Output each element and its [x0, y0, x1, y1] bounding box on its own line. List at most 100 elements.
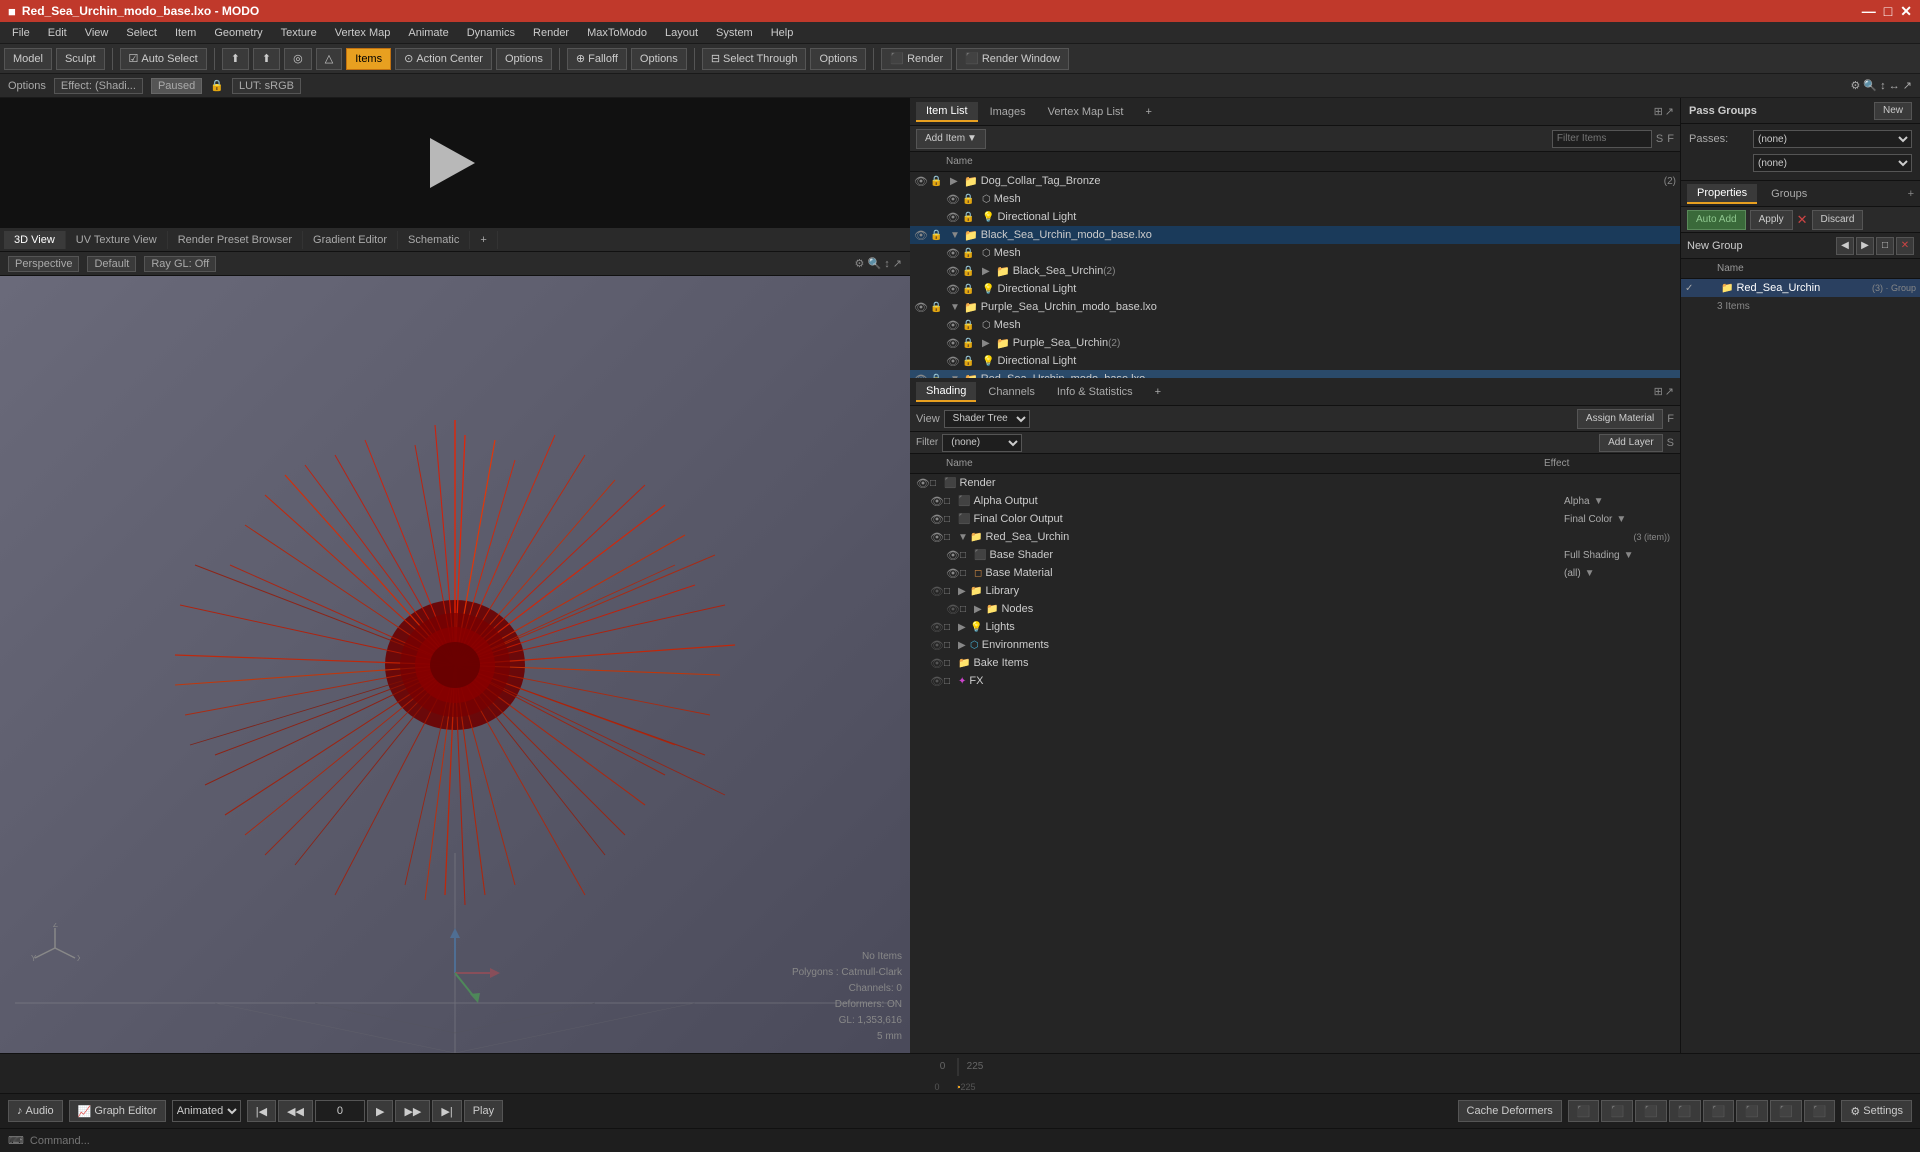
tab-shade-plus[interactable]: +	[1145, 383, 1171, 401]
toggle-b[interactable]: ▼	[950, 230, 964, 241]
shade-view-select[interactable]: Shader Tree	[944, 410, 1030, 428]
menu-file[interactable]: File	[4, 25, 38, 41]
item-list-popout-icon[interactable]: ↗	[1665, 105, 1674, 118]
add-item-dropdown-icon[interactable]: ▼	[967, 133, 977, 144]
dropdown-alpha[interactable]: ▼	[1594, 496, 1604, 507]
shade-eye-env[interactable]: 👁	[930, 639, 944, 652]
toolbar-icon-2[interactable]: ⬆	[253, 48, 280, 70]
tab-properties[interactable]: Properties	[1687, 184, 1757, 204]
transport-prev-btn[interactable]: ◀◀	[278, 1100, 313, 1122]
icon-btn-4[interactable]: ⬛	[1669, 1100, 1701, 1122]
groups-fwd-btn[interactable]: ▶	[1856, 237, 1874, 255]
tree-row-blight[interactable]: 👁 🔒 💡 Directional Light	[910, 280, 1680, 298]
shading-content[interactable]: 👁 □ ⬛ Render 👁 □ ⬛ Alpha Output Alpha ▼	[910, 474, 1680, 1053]
auto-add-btn[interactable]: Auto Add	[1687, 210, 1746, 230]
menu-layout[interactable]: Layout	[657, 25, 706, 41]
time-input[interactable]	[315, 1100, 365, 1122]
shade-eye-bm[interactable]: 👁	[946, 567, 960, 580]
eye-icon-m1[interactable]: 👁	[946, 193, 960, 206]
graph-editor-btn[interactable]: 📈 Graph Editor	[69, 1100, 166, 1122]
tab-info-stats[interactable]: Info & Statistics	[1047, 383, 1143, 401]
groups-expand-icon[interactable]: +	[1908, 188, 1914, 200]
shade-eye-bake[interactable]: 👁	[930, 657, 944, 670]
play-preview-btn[interactable]	[430, 138, 480, 188]
shade-row-fx[interactable]: 👁 □ ✦ FX	[910, 672, 1680, 690]
tree-row-mesh-1[interactable]: 👁 🔒 ⬡ Mesh	[910, 190, 1680, 208]
menu-edit[interactable]: Edit	[40, 25, 75, 41]
transport-next-btn[interactable]: ▶▶	[395, 1100, 430, 1122]
shade-row-library[interactable]: 👁 □ ▶ 📁 Library	[910, 582, 1680, 600]
render-window-btn[interactable]: ⬛ Render Window	[956, 48, 1069, 70]
eye-icon-l1[interactable]: 👁	[946, 211, 960, 224]
timeline-ruler[interactable]: 0 12 24 36 48 60 72 84 96 108 120 132 14…	[957, 1058, 959, 1076]
shade-eye-nodes[interactable]: 👁	[946, 603, 960, 616]
icon-btn-3[interactable]: ⬛	[1635, 1100, 1667, 1122]
eye-icon-pl[interactable]: 👁	[946, 355, 960, 368]
shade-row-lights[interactable]: 👁 □ ▶ 💡 Lights	[910, 618, 1680, 636]
items-btn[interactable]: Items	[346, 48, 391, 70]
item-list-expand-icon[interactable]: ⊞	[1654, 105, 1663, 118]
tab-uv-texture[interactable]: UV Texture View	[66, 231, 168, 249]
sculpt-btn[interactable]: Sculpt	[56, 48, 105, 70]
tree-row-light-1[interactable]: 👁 🔒 💡 Directional Light	[910, 208, 1680, 226]
toolbar-icon-1[interactable]: ⬆	[222, 48, 249, 70]
menu-item[interactable]: Item	[167, 25, 204, 41]
tree-row-pmesh[interactable]: 👁 🔒 ⬡ Mesh	[910, 316, 1680, 334]
shade-row-rsu-group[interactable]: 👁 □ ▼ 📁 Red_Sea_Urchin (3 (item))	[910, 528, 1680, 546]
menu-dynamics[interactable]: Dynamics	[459, 25, 523, 41]
select-through-btn[interactable]: ⊟ Select Through	[702, 48, 807, 70]
passes-select-2[interactable]: (none)	[1753, 154, 1912, 172]
menu-geometry[interactable]: Geometry	[206, 25, 270, 41]
render-btn[interactable]: ⬛ Render	[881, 48, 952, 70]
falloff-btn[interactable]: ⊕ Falloff	[567, 48, 627, 70]
tree-row-plight[interactable]: 👁 🔒 💡 Directional Light	[910, 352, 1680, 370]
icon-btn-7[interactable]: ⬛	[1770, 1100, 1802, 1122]
tree-row-bsu[interactable]: 👁 🔒 ▶ 📁 Black_Sea_Urchin (2)	[910, 262, 1680, 280]
toggle-env[interactable]: ▶	[958, 640, 970, 651]
dropdown-bs[interactable]: ▼	[1624, 550, 1634, 561]
new-pass-btn[interactable]: New	[1874, 102, 1912, 120]
options-btn-1[interactable]: Options	[496, 48, 552, 70]
animated-select[interactable]: Animated	[172, 1100, 241, 1122]
group-row-3items[interactable]: 3 Items	[1681, 297, 1920, 315]
shade-row-render[interactable]: 👁 □ ⬛ Render	[910, 474, 1680, 492]
menu-maxtomodo[interactable]: MaxToModo	[579, 25, 655, 41]
eye-icon-b[interactable]: 👁	[914, 229, 928, 242]
icon-btn-2[interactable]: ⬛	[1601, 1100, 1633, 1122]
eye-icon-1[interactable]: 👁	[914, 175, 928, 188]
assign-material-btn[interactable]: Assign Material	[1577, 409, 1663, 429]
shade-eye-render[interactable]: 👁	[916, 477, 930, 490]
discard-x-icon[interactable]: ✕	[1797, 212, 1808, 228]
tab-3d-view[interactable]: 3D View	[4, 231, 66, 249]
close-btn[interactable]: ✕	[1900, 3, 1912, 20]
shade-filter-select[interactable]: (none)	[942, 434, 1022, 452]
transport-end-btn[interactable]: ▶|	[432, 1100, 461, 1122]
eye-icon-bsu[interactable]: 👁	[946, 265, 960, 278]
menu-select[interactable]: Select	[118, 25, 165, 41]
shade-eye-bs[interactable]: 👁	[946, 549, 960, 562]
item-list-content[interactable]: 👁 🔒 ▶ 📁 Dog_Collar_Tag_Bronze (2) 👁 🔒	[910, 172, 1680, 378]
eye-icon-bm[interactable]: 👁	[946, 247, 960, 260]
auto-select-btn[interactable]: ☑ Auto Select	[120, 48, 207, 70]
toggle-rsu-shade[interactable]: ▼	[958, 532, 970, 543]
shade-row-nodes[interactable]: 👁 □ ▶ 📁 Nodes	[910, 600, 1680, 618]
shade-row-alpha[interactable]: 👁 □ ⬛ Alpha Output Alpha ▼	[910, 492, 1680, 510]
dropdown-bm[interactable]: ▼	[1585, 568, 1595, 579]
groups-box-btn[interactable]: □	[1876, 237, 1894, 255]
transport-start-btn[interactable]: |◀	[247, 1100, 276, 1122]
tab-shading[interactable]: Shading	[916, 382, 976, 402]
tab-plus[interactable]: +	[1135, 103, 1161, 121]
add-layer-btn[interactable]: Add Layer	[1599, 434, 1663, 452]
menu-render[interactable]: Render	[525, 25, 577, 41]
shade-expand-icon[interactable]: ⊞	[1654, 385, 1663, 398]
shade-row-base-shader[interactable]: 👁 □ ⬛ Base Shader Full Shading ▼	[910, 546, 1680, 564]
eye-icon-p[interactable]: 👁	[914, 301, 928, 314]
menu-texture[interactable]: Texture	[273, 25, 325, 41]
tab-channels[interactable]: Channels	[978, 383, 1044, 401]
shade-row-base-material[interactable]: 👁 □ ◻ Base Material (all) ▼	[910, 564, 1680, 582]
tree-row-purple[interactable]: 👁 🔒 ▼ 📁 Purple_Sea_Urchin_modo_base.lxo	[910, 298, 1680, 316]
shade-row-final-color[interactable]: 👁 □ ⬛ Final Color Output Final Color ▼	[910, 510, 1680, 528]
passes-select-1[interactable]: (none)	[1753, 130, 1912, 148]
shade-popout-icon[interactable]: ↗	[1665, 385, 1674, 398]
toolbar-icon-4[interactable]: △	[316, 48, 342, 70]
